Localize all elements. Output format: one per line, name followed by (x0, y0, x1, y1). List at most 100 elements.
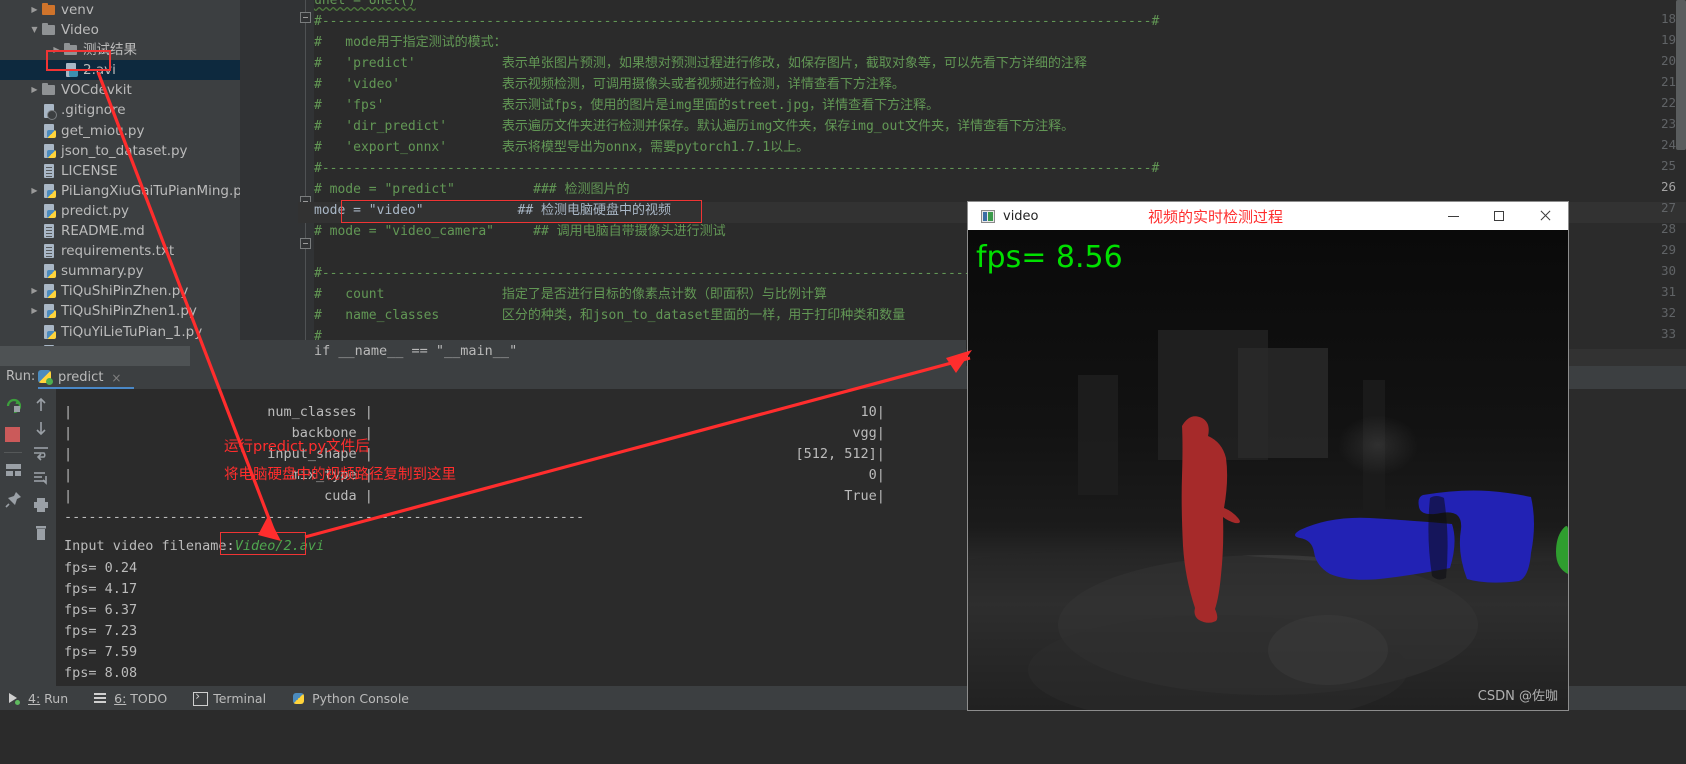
status-item-number: 4: (28, 690, 41, 706)
text-file-icon (41, 223, 57, 239)
console-line: | num_classes | 10| (64, 404, 885, 420)
annotation-video-process: 视频的实时检测过程 (1148, 207, 1284, 226)
project-tree-panel[interactable]: ▶ venv ▼ Video ▶ 测试结果 2.avi ▶ VOCdevkit … (0, 0, 240, 366)
python-file-icon (41, 123, 57, 139)
tree-item-tiquyilietupian[interactable]: TiQuYiLieTuPian_1.py (0, 322, 240, 342)
scroll-up-icon[interactable] (33, 397, 49, 413)
code-line-21: # 'video' 表示视频检测，可调用摄像头或者视频进行检测，详情查看下方注释… (314, 77, 905, 92)
code-line-28: # mode = "video_camera" ## 调用电脑自带摄像头进行测试 (314, 224, 726, 239)
tree-item-venv[interactable]: ▶ venv (0, 0, 240, 20)
chevron-right-icon[interactable]: ▶ (28, 0, 41, 20)
python-file-icon (41, 143, 57, 159)
code-line-19: # mode用于指定测试的模式： (314, 35, 507, 50)
close-icon (1539, 210, 1551, 222)
tree-item-2avi[interactable]: 2.avi (0, 60, 240, 81)
tree-item-label: 测试结果 (83, 42, 137, 59)
scroll-to-end-icon[interactable] (33, 470, 49, 486)
chevron-down-icon[interactable]: ▼ (28, 20, 41, 40)
status-item-todo[interactable]: 6: TODO (94, 691, 167, 706)
python-file-icon (41, 283, 57, 299)
tree-item-label: VOCdevkit (61, 82, 132, 99)
tree-item-label: 2.avi (83, 62, 116, 79)
chevron-right-icon[interactable]: ▶ (50, 40, 63, 60)
scroll-down-icon[interactable] (33, 420, 49, 436)
annotation-run-predict: 运行predict.py文件后 (224, 439, 370, 455)
tree-item-readme[interactable]: README.md (0, 221, 240, 241)
folder-icon (63, 42, 79, 58)
bottom-strip (0, 710, 1686, 764)
code-line-26: # mode = "predict" ### 检测图片的 (314, 182, 630, 197)
fps-line: fps= 0.24 (64, 560, 138, 576)
run-toolbar-right[interactable] (26, 389, 56, 686)
code-line-22: # 'fps' 表示测试fps，使用的图片是img里面的street.jpg，详… (314, 98, 940, 113)
code-line-18: #---------------------------------------… (314, 14, 1160, 29)
tree-item-video[interactable]: ▼ Video (0, 20, 240, 40)
annotation-copy-path: 将电脑硬盘中的视频路径复制到这里 (224, 467, 456, 483)
run-tab-predict[interactable]: predict × (38, 366, 121, 389)
rerun-icon[interactable] (5, 397, 22, 414)
layout-icon[interactable] (5, 461, 22, 478)
tree-scroll-strip[interactable] (0, 346, 190, 366)
fps-line: fps= 4.17 (64, 581, 138, 597)
editor-vertical-scrollbar[interactable] (1676, 0, 1686, 150)
print-icon[interactable] (33, 497, 49, 513)
status-item-terminal[interactable]: Terminal (193, 689, 267, 706)
tree-item-label: TiQuShiPinZhen1.py (61, 303, 197, 320)
chevron-right-icon[interactable]: ▶ (28, 301, 41, 321)
tree-item-summary[interactable]: summary.py (0, 261, 240, 281)
python-file-icon (41, 263, 57, 279)
close-button[interactable] (1522, 202, 1568, 230)
minimize-icon (1447, 215, 1459, 217)
video-preview-window[interactable]: video 视频的实时检测过程 fps= 8.56 CSDN @佐咖 (968, 202, 1568, 710)
status-item-label: Run (44, 690, 69, 706)
editor-fold-bar[interactable] (298, 0, 314, 366)
tree-item-gitignore[interactable]: .gitignore (0, 100, 240, 120)
run-panel-label: Run: (6, 369, 36, 384)
code-line-27-active[interactable]: mode = "video" ## 检测电脑硬盘中的视频 (314, 200, 671, 221)
folder-orange-icon (41, 2, 57, 18)
folder-icon (41, 82, 57, 98)
code-line-17: unet = Unet() (314, 0, 416, 8)
python-file-icon (41, 183, 57, 199)
fold-marker-icon[interactable] (300, 238, 311, 249)
chevron-right-icon[interactable]: ▶ (28, 181, 41, 201)
tree-item-predict-py[interactable]: predict.py (0, 201, 240, 221)
chevron-right-icon[interactable]: ▶ (28, 80, 41, 100)
tree-item-vocdevkit[interactable]: ▶ VOCdevkit (0, 80, 240, 100)
chevron-right-icon[interactable]: ▶ (28, 281, 41, 301)
tree-item-piliangxiugai[interactable]: ▶ PiLiangXiuGaiTuPianMing.py (0, 181, 240, 201)
close-icon[interactable]: × (111, 371, 121, 385)
status-item-label: TODO (130, 690, 168, 706)
code-line-25: #---------------------------------------… (314, 161, 1160, 176)
fold-marker-icon[interactable] (300, 12, 311, 23)
ide-window: ▶ venv ▼ Video ▶ 测试结果 2.avi ▶ VOCdevkit … (0, 0, 1686, 764)
minimize-button[interactable] (1430, 202, 1476, 230)
tree-item-label: TiQuShiPinZhen.py (61, 283, 189, 300)
video-window-title-bar[interactable]: video 视频的实时检测过程 (968, 202, 1568, 230)
maximize-icon (1494, 211, 1504, 221)
watermark-text: CSDN @佐咖 (1477, 689, 1558, 704)
toolbar-divider (4, 452, 22, 453)
status-item-python-console[interactable]: Python Console (292, 691, 409, 706)
text-file-icon (41, 163, 57, 179)
fps-line: fps= 7.59 (64, 644, 138, 660)
video-canvas: fps= 8.56 CSDN @佐咖 (968, 230, 1568, 710)
tree-item-license[interactable]: LICENSE (0, 161, 240, 181)
tree-item-test-results[interactable]: ▶ 测试结果 (0, 40, 240, 60)
run-toolbar-left[interactable] (0, 389, 26, 686)
tree-item-get-miou[interactable]: get_miou.py (0, 121, 240, 141)
pin-icon[interactable] (5, 491, 22, 508)
maximize-button[interactable] (1476, 202, 1522, 230)
status-item-run[interactable]: 4: Run (8, 691, 68, 706)
trash-icon[interactable] (33, 525, 49, 541)
tree-item-tiqushipinzhen[interactable]: ▶ TiQuShiPinZhen.py (0, 281, 240, 301)
soft-wrap-icon[interactable] (33, 445, 49, 461)
status-item-label: Python Console (312, 690, 409, 706)
status-item-label: Terminal (213, 690, 267, 706)
tree-item-tiqushipinzhen1[interactable]: ▶ TiQuShiPinZhen1.py (0, 301, 240, 321)
fps-line: fps= 8.08 (64, 665, 138, 681)
tree-item-requirements[interactable]: requirements.txt (0, 241, 240, 261)
stop-icon[interactable] (5, 427, 20, 442)
tree-item-json-to-dataset[interactable]: json_to_dataset.py (0, 141, 240, 161)
code-line-32: # name_classes 区分的种类，和json_to_dataset里面的… (314, 308, 906, 323)
